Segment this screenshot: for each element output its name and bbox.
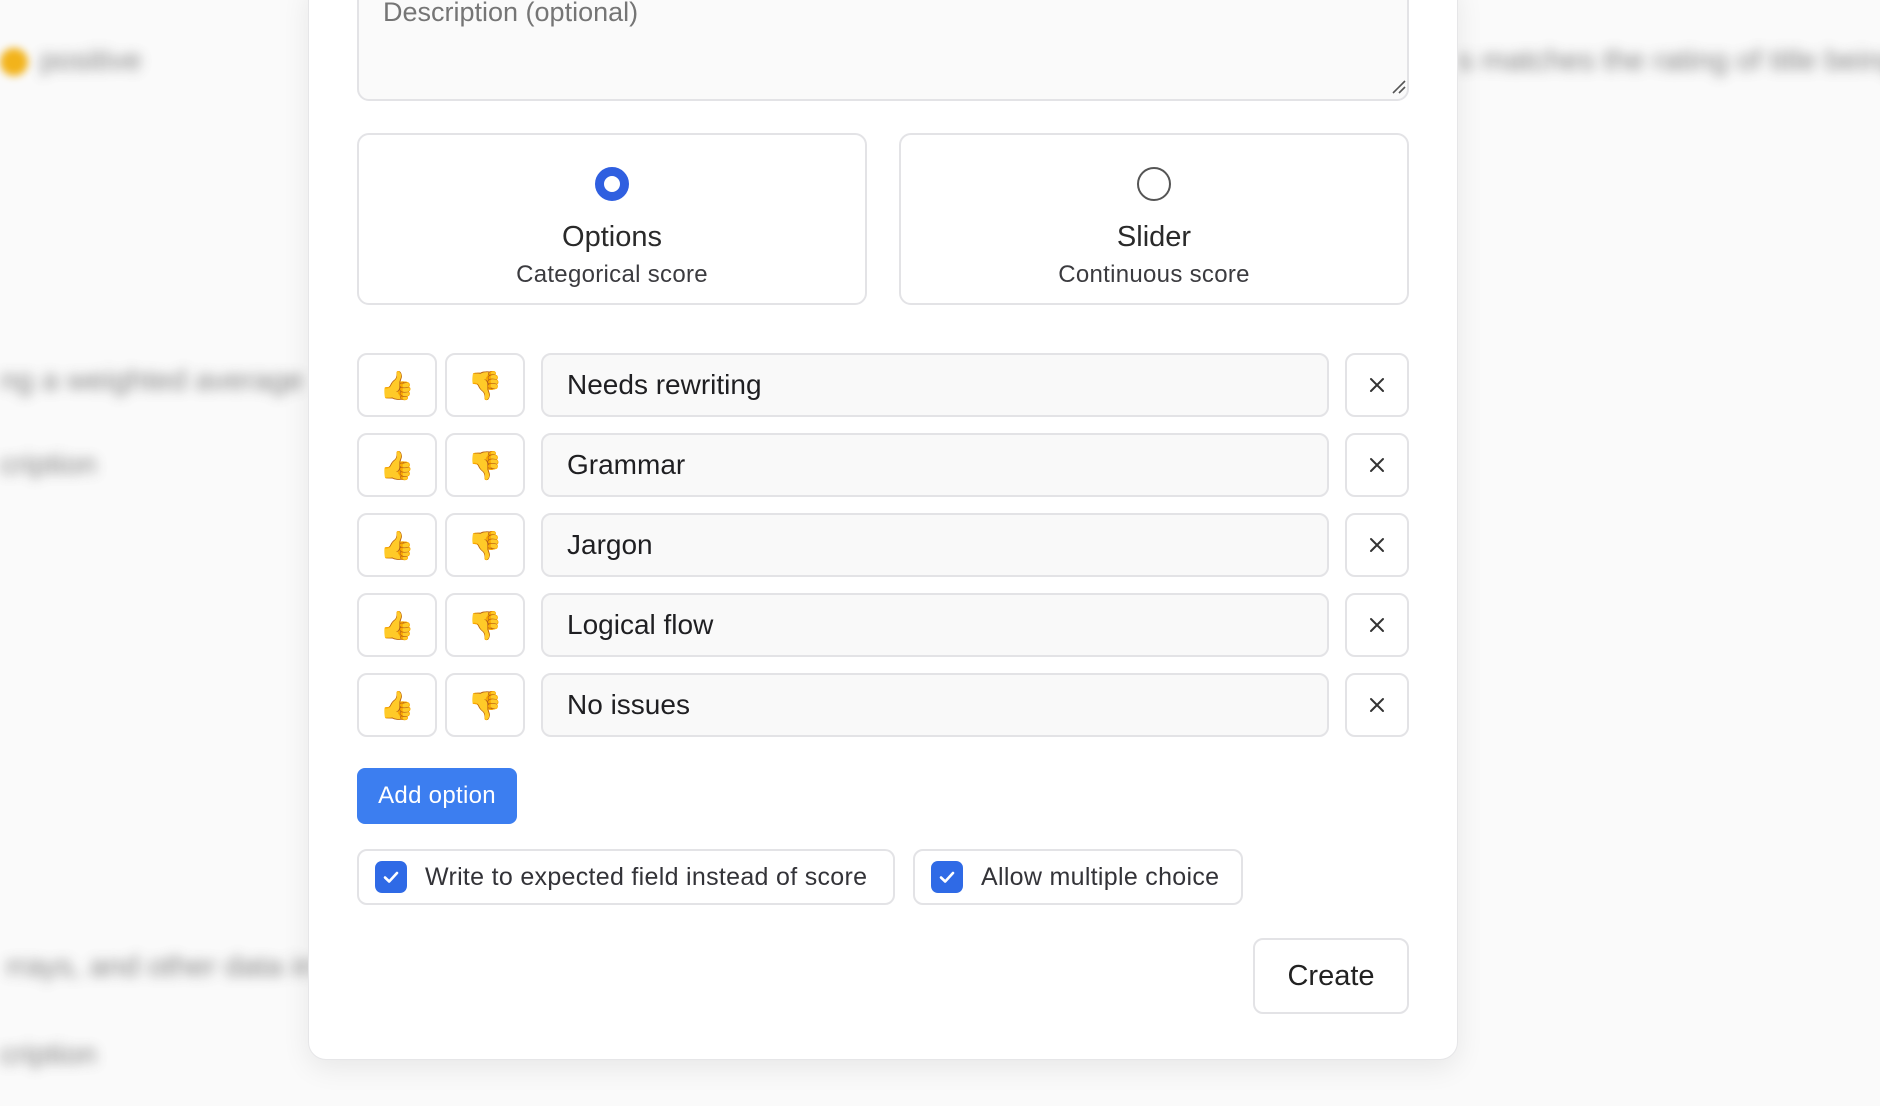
- thumbs-down-button[interactable]: 👎: [445, 433, 525, 497]
- thumbs-up-icon: 👍: [379, 609, 415, 641]
- option-row: 👍 👎: [357, 433, 1409, 497]
- thumbs-up-button[interactable]: 👍: [357, 433, 437, 497]
- option-label-input[interactable]: [541, 513, 1329, 577]
- thumbs-down-button[interactable]: 👎: [445, 593, 525, 657]
- background-text: ng a weighted average: [0, 364, 304, 397]
- score-type-title: Options: [562, 221, 662, 253]
- close-icon: [1370, 698, 1384, 712]
- score-type-title: Slider: [1116, 221, 1192, 253]
- score-type-options-card[interactable]: Options Categorical score: [357, 133, 867, 305]
- close-icon: [1370, 618, 1384, 632]
- thumbs-up-button[interactable]: 👍: [357, 353, 437, 417]
- thumbs-up-icon: 👍: [379, 449, 415, 481]
- background-text: s matches the rating of title being: [1458, 44, 1880, 77]
- option-label-input[interactable]: [541, 593, 1329, 657]
- option-label-input[interactable]: [541, 673, 1329, 737]
- create-button[interactable]: Create: [1253, 938, 1409, 1014]
- thumbs-up-icon: 👍: [379, 369, 415, 401]
- background-text: cription: [0, 1038, 97, 1071]
- thumbs-down-icon: 👎: [467, 529, 503, 561]
- thumbs-down-icon: 👎: [467, 369, 503, 401]
- slider-radio[interactable]: [1137, 167, 1171, 201]
- option-row: 👍 👎: [357, 513, 1409, 577]
- checkbox-checked-icon[interactable]: [375, 861, 407, 893]
- checkbox-checked-icon[interactable]: [931, 861, 963, 893]
- thumbs-down-icon: 👎: [467, 449, 503, 481]
- thumbs-down-button[interactable]: 👎: [445, 353, 525, 417]
- close-icon: [1370, 378, 1384, 392]
- thumbs-up-icon: 👍: [379, 529, 415, 561]
- option-row: 👍 👎: [357, 593, 1409, 657]
- score-type-subtitle: Continuous score: [1058, 261, 1250, 288]
- thumbs-up-button[interactable]: 👍: [357, 513, 437, 577]
- thumbs-up-button[interactable]: 👍: [357, 593, 437, 657]
- score-type-slider-card[interactable]: Slider Continuous score: [899, 133, 1409, 305]
- background-text: cription: [0, 448, 97, 481]
- remove-option-button[interactable]: [1345, 513, 1409, 577]
- status-dot-icon: [0, 48, 28, 76]
- remove-option-button[interactable]: [1345, 593, 1409, 657]
- remove-option-button[interactable]: [1345, 673, 1409, 737]
- checkbox-label: Allow multiple choice: [981, 862, 1220, 891]
- description-input[interactable]: [357, 0, 1409, 101]
- thumbs-down-button[interactable]: 👎: [445, 673, 525, 737]
- thumbs-down-icon: 👎: [467, 609, 503, 641]
- option-row: 👍 👎: [357, 353, 1409, 417]
- create-score-modal: Options Categorical score Slider Continu…: [308, 0, 1458, 1060]
- write-expected-field-checkbox[interactable]: Write to expected field instead of score: [357, 849, 895, 905]
- resize-grip-icon[interactable]: [1389, 77, 1407, 95]
- remove-option-button[interactable]: [1345, 353, 1409, 417]
- add-option-button[interactable]: Add option: [357, 768, 517, 824]
- option-label-input[interactable]: [541, 353, 1329, 417]
- thumbs-down-button[interactable]: 👎: [445, 513, 525, 577]
- close-icon: [1370, 458, 1384, 472]
- score-type-subtitle: Categorical score: [516, 261, 708, 288]
- thumbs-up-button[interactable]: 👍: [357, 673, 437, 737]
- options-radio[interactable]: [595, 167, 629, 201]
- remove-option-button[interactable]: [1345, 433, 1409, 497]
- close-icon: [1370, 538, 1384, 552]
- background-text: positive: [40, 44, 142, 77]
- option-label-input[interactable]: [541, 433, 1329, 497]
- option-row: 👍 👎: [357, 673, 1409, 737]
- allow-multiple-choice-checkbox[interactable]: Allow multiple choice: [913, 849, 1243, 905]
- background-text: rrays, and other data in: [6, 950, 315, 983]
- thumbs-down-icon: 👎: [467, 689, 503, 721]
- checkbox-label: Write to expected field instead of score: [425, 862, 868, 891]
- thumbs-up-icon: 👍: [379, 689, 415, 721]
